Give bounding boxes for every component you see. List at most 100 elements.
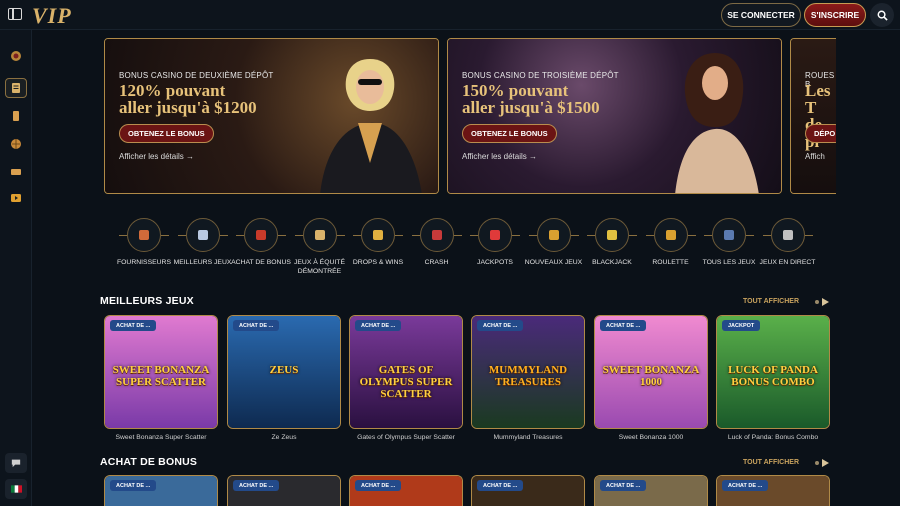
signup-button[interactable]: S'INSCRIRE	[804, 3, 866, 27]
game-badge: ACHAT DE ...	[110, 480, 157, 491]
microphone-icon	[762, 218, 813, 252]
get-bonus-button[interactable]: OBTENEZ LE BONUS	[462, 124, 557, 143]
deposit-button[interactable]: DÉPO	[805, 124, 836, 143]
show-details-link[interactable]: Afficher les détails →	[119, 152, 194, 161]
slot-icon	[704, 218, 754, 252]
game-badge: ACHAT DE ...	[355, 480, 402, 491]
chat-button[interactable]	[5, 453, 27, 473]
view-all-bonus-buy[interactable]: TOUT AFFICHER	[743, 459, 799, 466]
carousel-next-icon[interactable]	[822, 459, 829, 467]
game-tile[interactable]: ACHAT DE ...	[594, 475, 708, 506]
category-seven[interactable]: JACKPOTS	[465, 218, 525, 267]
show-details-link[interactable]: Afficher les détails →	[462, 152, 537, 161]
category-diamond[interactable]: MEILLEURS JEUX	[173, 218, 233, 267]
game-name[interactable]: Sweet Bonanza Super Scatter	[101, 434, 221, 441]
category-trophy[interactable]: DROPS & WINS	[348, 218, 408, 267]
category-label: JEUX EN DIRECT	[759, 259, 816, 266]
flag-icon	[10, 485, 22, 493]
carousel-prev-button[interactable]	[815, 461, 819, 465]
game-badge: ACHAT DE ...	[110, 320, 157, 331]
game-name[interactable]: Gates of Olympus Super Scatter	[346, 434, 466, 441]
chat-icon	[11, 459, 21, 468]
diamond-icon	[177, 218, 228, 252]
rail-ball-icon[interactable]	[5, 134, 27, 154]
game-tile[interactable]: ACHAT DE ...	[104, 475, 218, 506]
game-tile[interactable]: ACHAT DE ...	[349, 475, 463, 506]
game-tile[interactable]: ACHAT DE ...	[227, 475, 341, 506]
category-bell[interactable]: NOUVEAUX JEUX	[524, 218, 584, 267]
rocket-icon	[411, 218, 462, 252]
game-tile[interactable]: SWEET BONANZA SUPER SCATTER ACHAT DE ...	[104, 315, 218, 429]
game-badge: ACHAT DE ...	[722, 480, 769, 491]
category-gift[interactable]: ACHAT DE BONUS	[231, 218, 291, 267]
game-tile[interactable]: ACHAT DE ...	[471, 475, 585, 506]
category-label: MEILLEURS JEUX	[173, 259, 232, 266]
logo[interactable]: VIP	[32, 3, 72, 29]
game-name[interactable]: Sweet Bonanza 1000	[591, 434, 711, 441]
game-badge: JACKPOT	[722, 320, 761, 331]
rail-roulette-icon[interactable]	[5, 46, 27, 66]
category-roulette[interactable]: ROULETTE	[641, 218, 701, 267]
promo-banner-3[interactable]: ROUES B Les T de pl DÉPO Affich	[790, 38, 836, 194]
category-rocket[interactable]: CRASH	[407, 218, 467, 267]
category-slot[interactable]: TOUS LES JEUX	[699, 218, 759, 267]
category-label: ROULETTE	[652, 259, 689, 266]
category-microphone[interactable]: JEUX EN DIRECT	[758, 218, 818, 267]
language-button[interactable]	[5, 479, 27, 499]
category-label: CRASH	[424, 259, 449, 266]
top-bar: VIP SE CONNECTER S'INSCRIRE	[0, 0, 900, 30]
view-all-best-games[interactable]: TOUT AFFICHER	[743, 298, 799, 305]
login-button[interactable]: SE CONNECTER	[721, 3, 801, 27]
roulette-icon	[645, 218, 696, 252]
game-tile[interactable]: GATES OF OLYMPUS SUPER SCATTER ACHAT DE .…	[349, 315, 463, 429]
banner-headline: 150% pouvant aller jusqu'à $1500	[462, 81, 600, 117]
game-logo-art: LUCK OF PANDA BONUS COMBO	[728, 364, 818, 388]
category-label: JACKPOTS	[477, 259, 513, 266]
trophy-icon	[353, 218, 403, 252]
get-bonus-button[interactable]: OBTENEZ LE BONUS	[119, 124, 214, 143]
game-badge: ACHAT DE ...	[600, 480, 647, 491]
category-label: TOUS LES JEUX	[702, 259, 756, 266]
rail-live-icon[interactable]	[5, 162, 27, 182]
show-details-link[interactable]: Affich	[805, 152, 825, 161]
category-label: ACHAT DE BONUS	[231, 259, 291, 266]
category-scales[interactable]: JEUX À ÉQUITÉ DÉMONTRÉE	[290, 218, 350, 276]
game-tile[interactable]: ACHAT DE ...	[716, 475, 830, 506]
carousel-next-icon[interactable]	[822, 298, 829, 306]
chip-icon	[587, 218, 637, 252]
category-label: NOUVEAUX JEUX	[524, 259, 583, 266]
game-tile[interactable]: SWEET BONANZA 1000 ACHAT DE ...	[594, 315, 708, 429]
game-tile[interactable]: MUMMYLAND TREASURES ACHAT DE ...	[471, 315, 585, 429]
rail-cards-icon[interactable]	[5, 106, 27, 126]
carousel-prev-button[interactable]	[815, 300, 819, 304]
game-badge: ACHAT DE ...	[233, 320, 280, 331]
category-label: FOURNISSEURS	[116, 259, 171, 266]
promo-banner-2[interactable]: BONUS CASINO DE TROISIÈME DÉPÔT 150% pou…	[447, 38, 782, 194]
rail-video-icon[interactable]	[5, 188, 27, 208]
game-badge: ACHAT DE ...	[233, 480, 280, 491]
seven-icon	[470, 218, 520, 252]
left-rail	[0, 30, 32, 506]
banner-kicker: BONUS CASINO DE TROISIÈME DÉPÔT	[462, 71, 619, 80]
game-logo-art: ZEUS	[269, 364, 299, 376]
section-title-bonus-buy: ACHAT DE BONUS	[100, 456, 198, 468]
book-icon	[119, 218, 169, 252]
banner-woman-image	[653, 47, 781, 193]
category-book[interactable]: FOURNISSEURS	[114, 218, 174, 267]
category-label: BLACKJACK	[592, 259, 632, 266]
game-name[interactable]: Ze Zeus	[224, 434, 344, 441]
promo-banner-1[interactable]: BONUS CASINO DE DEUXIÈME DÉPÔT 120% pouv…	[104, 38, 439, 194]
game-logo-art: MUMMYLAND TREASURES	[488, 364, 568, 388]
section-title-best-games: MEILLEURS JEUX	[100, 295, 194, 307]
category-chip[interactable]: BLACKJACK	[582, 218, 642, 267]
game-name[interactable]: Luck of Panda: Bonus Combo	[713, 434, 833, 441]
search-button[interactable]	[870, 3, 894, 27]
category-label: JEUX À ÉQUITÉ DÉMONTRÉE	[294, 259, 345, 275]
sidebar-toggle-icon[interactable]	[8, 8, 22, 20]
game-name[interactable]: Mummyland Treasures	[468, 434, 588, 441]
rail-casino-icon[interactable]	[5, 78, 27, 98]
game-logo-art: SWEET BONANZA SUPER SCATTER	[112, 364, 210, 388]
game-tile[interactable]: LUCK OF PANDA BONUS COMBO JACKPOT	[716, 315, 830, 429]
game-tile[interactable]: ZEUS ACHAT DE ...	[227, 315, 341, 429]
game-badge: ACHAT DE ...	[477, 320, 524, 331]
